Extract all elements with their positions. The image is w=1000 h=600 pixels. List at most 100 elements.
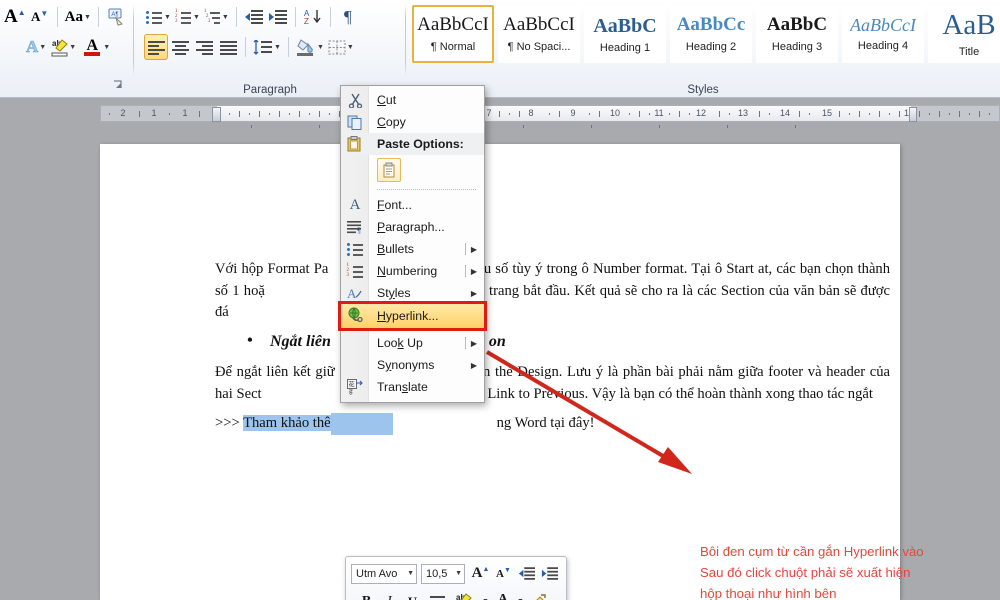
context-menu-item-styles[interactable]: A Styles ▶ xyxy=(341,282,484,304)
context-menu-item-cut[interactable]: Cut xyxy=(341,89,484,111)
context-menu-header-paste-options: Paste Options: xyxy=(341,133,484,155)
increase-indent-icon[interactable] xyxy=(538,563,561,585)
annotation-line-1: Bôi đen cụm từ cần gắn Hyperlink vào xyxy=(700,544,924,559)
document-page[interactable]: Với hộp Format Pa n kiểu số tùy ý trong … xyxy=(100,144,900,600)
font-icon: A xyxy=(349,196,361,213)
context-menu-item-paragraph[interactable]: ¶ Paragraph... xyxy=(341,216,484,238)
decrease-indent-icon[interactable] xyxy=(515,563,538,585)
change-case-icon[interactable]: Aa ▼ xyxy=(63,4,93,30)
bold-icon[interactable]: B xyxy=(355,591,378,600)
ruler-tick xyxy=(799,111,800,117)
style-item-normal[interactable]: AaBbCcI ¶ Normal xyxy=(412,5,494,63)
text-effects-icon[interactable]: A ▼ xyxy=(24,34,48,60)
style-item-no-spaci[interactable]: AaBbCcI ¶ No Spaci... xyxy=(498,5,580,63)
sort-icon[interactable]: A Z xyxy=(301,4,325,30)
mini-formatting-toolbar[interactable]: Utm Avo ▼ 10,5 ▼ A ▲ A ▼ ab A xyxy=(345,556,567,600)
font-dialog-launcher[interactable] xyxy=(112,78,124,96)
align-right-icon[interactable] xyxy=(192,34,216,60)
hyperlink-icon xyxy=(345,306,365,324)
ruler-tick xyxy=(589,113,590,115)
tab-stop-marker[interactable] xyxy=(727,125,728,128)
font-color-icon[interactable]: A ▼ xyxy=(80,34,110,60)
context-menu-item-translate[interactable]: 花 ह Translate xyxy=(341,376,484,398)
selected-text[interactable]: Tham khảo thê xyxy=(243,415,331,431)
style-item-heading-1[interactable]: AaBbC Heading 1 xyxy=(584,5,666,63)
left-indent-marker[interactable] xyxy=(212,107,221,122)
context-menu[interactable]: Cut Copy Paste Options: A Font... ¶ Para… xyxy=(338,85,487,403)
horizontal-ruler[interactable]: 211278910111213141517 xyxy=(100,105,1000,128)
styles-group-label: Styles xyxy=(687,84,719,96)
bullets-icon[interactable]: ▼ xyxy=(144,4,173,30)
style-sample: AaBbCcI xyxy=(417,15,489,36)
document-body[interactable]: Với hộp Format Pa n kiểu số tùy ý trong … xyxy=(215,259,890,441)
numbering-icon[interactable]: 123 ▼ xyxy=(173,4,202,30)
ruler-tick xyxy=(769,113,770,115)
context-menu-item-copy[interactable]: Copy xyxy=(341,111,484,133)
context-menu-item-synonyms[interactable]: Synonyms ▶ xyxy=(341,354,484,376)
chevron-right-icon: ▶ xyxy=(470,288,477,298)
ruler-tick xyxy=(809,113,810,115)
font-color-icon[interactable]: A xyxy=(493,591,513,600)
ruler-number: 14 xyxy=(779,108,791,118)
tab-stop-marker[interactable] xyxy=(795,125,796,128)
shrink-font-icon[interactable]: A ▼ xyxy=(28,4,52,30)
tab-stop-marker[interactable] xyxy=(591,125,592,128)
paragraph-1: Với hộp Format Pa n kiểu số tùy ý trong … xyxy=(215,259,890,324)
ruler-tick xyxy=(299,111,300,117)
font-name-combo[interactable]: Utm Avo ▼ xyxy=(351,563,417,584)
grow-font-icon[interactable]: A ▲ xyxy=(2,4,28,30)
style-item-heading-3[interactable]: AaBbC Heading 3 xyxy=(756,5,838,63)
italic-icon[interactable]: I xyxy=(378,591,401,600)
context-menu-item-bullets[interactable]: Bullets ▶ xyxy=(341,238,484,260)
right-indent-marker[interactable] xyxy=(909,107,917,122)
shrink-font-icon[interactable]: A ▼ xyxy=(492,563,515,585)
ruler-number: 2 xyxy=(120,108,126,118)
p1-line1-left: Với hộp Format Pa xyxy=(215,261,329,277)
context-menu-item-look-up[interactable]: Look Up ▶ xyxy=(341,332,484,354)
justify-icon[interactable] xyxy=(216,34,240,60)
style-item-heading-2[interactable]: AaBbCc Heading 2 xyxy=(670,5,752,63)
tab-stop-marker[interactable] xyxy=(659,125,660,128)
increase-indent-icon[interactable] xyxy=(266,4,290,30)
ruler-tick xyxy=(259,111,260,117)
style-item-heading-4[interactable]: AaBbCcI Heading 4 xyxy=(842,5,924,63)
tab-stop-marker[interactable] xyxy=(251,125,252,128)
decrease-indent-icon[interactable] xyxy=(242,4,266,30)
context-menu-item-font[interactable]: A Font... xyxy=(341,194,484,216)
line-spacing-icon[interactable]: ▼ xyxy=(251,34,283,60)
grow-font-icon[interactable]: A ▲ xyxy=(469,563,492,585)
align-left-icon[interactable] xyxy=(144,34,168,60)
ruler-number: 1 xyxy=(182,108,188,118)
multilevel-list-icon[interactable]: 123 ▼ xyxy=(202,4,231,30)
ruler-ticks: 211278910111213141517 xyxy=(101,106,999,128)
align-center-icon[interactable] xyxy=(168,34,192,60)
link-line-prefix: >>> xyxy=(215,415,244,431)
font-size-combo[interactable]: 10,5 ▼ xyxy=(421,563,465,584)
ruler-number: 1 xyxy=(151,108,157,118)
style-sample: AaBbCcI xyxy=(850,15,916,35)
tab-stop-marker[interactable] xyxy=(319,125,320,128)
tab-stop-marker[interactable] xyxy=(523,125,524,128)
context-menu-label-font: Font... xyxy=(377,198,412,212)
align-center-icon[interactable] xyxy=(424,591,450,600)
ruler-tick xyxy=(309,113,310,115)
keep-source-formatting-icon[interactable] xyxy=(377,158,401,182)
context-menu-item-hyperlink[interactable]: Hyperlink... xyxy=(338,301,487,331)
text-highlight-color-icon[interactable]: ab xyxy=(450,591,478,600)
text-highlight-color-icon[interactable]: ab ▼ xyxy=(48,34,76,60)
shading-icon[interactable]: ▼ xyxy=(294,34,326,60)
ruler-tick xyxy=(199,111,200,117)
divider xyxy=(465,243,466,255)
context-menu-item-numbering[interactable]: 123 Numbering ▶ xyxy=(341,260,484,282)
borders-icon[interactable]: ▼ xyxy=(326,34,356,60)
show-formatting-marks-icon[interactable]: ¶ xyxy=(336,4,360,30)
underline-icon[interactable]: U xyxy=(401,591,424,600)
style-item-title[interactable]: AaB Title xyxy=(928,5,1000,63)
ribbon-group-styles: AaBbCcI ¶ Normal AaBbCcI ¶ No Spaci... AaBbC… xyxy=(406,0,1000,98)
annotation-text: Bôi đen cụm từ cần gắn Hyperlink vào Sau… xyxy=(700,541,990,600)
clear-formatting-icon[interactable]: A¶ xyxy=(104,4,128,30)
ruler-tick xyxy=(549,113,550,115)
style-name: Heading 1 xyxy=(599,41,651,54)
format-painter-icon[interactable] xyxy=(528,591,551,600)
ruler-tick xyxy=(629,113,630,115)
